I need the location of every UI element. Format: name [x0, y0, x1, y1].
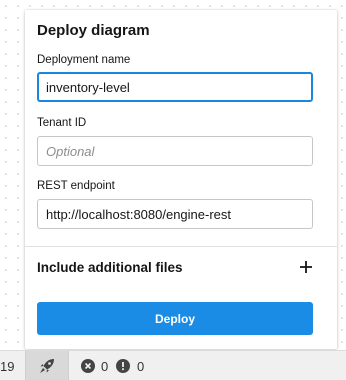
- status-separator: [68, 351, 69, 380]
- rest-endpoint-input[interactable]: [37, 199, 313, 229]
- deploy-diagram-popup: Deploy diagram Deployment name Tenant ID…: [25, 10, 337, 349]
- deploy-rocket-button[interactable]: [26, 351, 68, 380]
- rest-endpoint-label: REST endpoint: [37, 180, 115, 192]
- warning-icon[interactable]: [116, 359, 130, 373]
- error-icon[interactable]: [81, 359, 95, 373]
- tenant-id-label: Tenant ID: [37, 117, 87, 129]
- section-divider: [25, 246, 337, 247]
- status-left-number: 19: [0, 359, 15, 374]
- deployment-name-label: Deployment name: [37, 54, 131, 66]
- rocket-icon: [40, 359, 54, 373]
- popup-title: Deploy diagram: [37, 22, 150, 39]
- deployment-name-input[interactable]: [37, 72, 313, 102]
- status-bar: 19 0 0: [0, 350, 346, 380]
- include-additional-files-label: Include additional files: [37, 260, 183, 275]
- plus-icon[interactable]: [298, 259, 314, 275]
- error-count: 0: [101, 359, 109, 374]
- deploy-button[interactable]: Deploy: [37, 302, 313, 335]
- tenant-id-input[interactable]: [37, 136, 313, 166]
- warning-count: 0: [137, 359, 145, 374]
